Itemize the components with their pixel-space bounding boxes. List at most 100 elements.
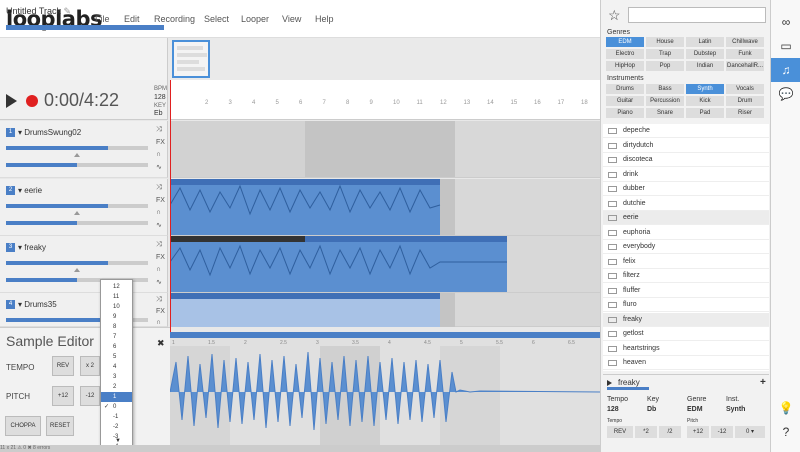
shuffle-icon[interactable]: ⤨ — [156, 296, 162, 304]
fx-button[interactable]: FX — [156, 308, 165, 315]
pitch-option[interactable]: 6 — [101, 342, 132, 352]
preview-minus12-button[interactable]: -12 — [711, 426, 733, 438]
pitch-option[interactable]: 9 — [101, 312, 132, 322]
track-name[interactable]: ▾ freaky — [18, 243, 46, 252]
instrument-chip[interactable]: Snare — [646, 108, 684, 118]
preview-play-icon[interactable] — [607, 380, 612, 386]
pitch-option[interactable]: 10 — [101, 302, 132, 312]
preview-rev-button[interactable]: REV — [607, 426, 633, 438]
music-note-icon[interactable]: ♫ — [771, 58, 800, 82]
loop-list-item[interactable]: getlost — [603, 327, 769, 341]
search-input[interactable] — [628, 7, 766, 23]
pitch-option[interactable]: 8 — [101, 322, 132, 332]
bpm-value[interactable]: 128 — [154, 94, 166, 101]
volume-slider[interactable] — [6, 204, 148, 208]
chat-icon[interactable]: 💬 — [771, 82, 800, 106]
tempo-x2-button[interactable]: x 2 — [80, 356, 100, 376]
loop-list-item[interactable]: euphoria — [603, 226, 769, 240]
instrument-chip[interactable]: Drum — [726, 96, 764, 106]
pitch-option[interactable]: -2 — [101, 422, 132, 432]
menu-file[interactable]: File — [95, 14, 110, 24]
track-name[interactable]: ▾ Drums35 — [18, 300, 57, 309]
edit-icon[interactable]: ✎ — [64, 6, 72, 16]
preview-x2-button[interactable]: *2 — [635, 426, 657, 438]
close-icon[interactable]: ✖ — [157, 338, 165, 349]
preview-pitch-select[interactable]: 0 ▾ — [735, 426, 765, 438]
pitch-option[interactable]: 4 — [101, 362, 132, 372]
automation-icon[interactable]: ∿ — [156, 278, 162, 286]
pitch-down-button[interactable]: -12 — [80, 386, 100, 406]
loop-list-item[interactable]: eerie — [603, 211, 769, 225]
add-loop-icon[interactable]: + — [760, 377, 766, 388]
reset-button[interactable]: RESET — [46, 416, 74, 436]
loop-list-item[interactable]: heartstrings — [603, 342, 769, 356]
genre-chip[interactable]: Trap — [646, 49, 684, 59]
shuffle-icon[interactable]: ⤨ — [156, 241, 162, 249]
headphones-icon[interactable]: ∩ — [156, 209, 161, 216]
menu-looper[interactable]: Looper — [241, 14, 269, 24]
loop-list-item[interactable]: depeche — [603, 124, 769, 138]
instrument-chip[interactable]: Bass — [646, 84, 684, 94]
instrument-chip[interactable]: Pad — [686, 108, 724, 118]
track-name[interactable]: ▾ eerie — [18, 186, 42, 195]
genre-chip[interactable]: Latin — [686, 37, 724, 47]
instrument-chip[interactable]: Drums — [606, 84, 644, 94]
favorites-star-icon[interactable]: ☆ — [608, 7, 621, 24]
pitch-option-selected[interactable]: 1 — [101, 392, 132, 402]
lightbulb-icon[interactable]: 💡 — [771, 396, 800, 420]
instrument-chip[interactable]: Vocals — [726, 84, 764, 94]
loop-list-item[interactable]: freaky — [603, 312, 769, 327]
shuffle-icon[interactable]: ⤨ — [156, 126, 162, 134]
loop-list-item[interactable]: drink — [603, 168, 769, 182]
loop-list-item[interactable]: filterz — [603, 269, 769, 283]
loop-list-item[interactable]: dirtydutch — [603, 139, 769, 153]
instrument-chip[interactable]: Kick — [686, 96, 724, 106]
track-header[interactable]: 2 ▾ eerie ⤨ FX ∩ ∿ — [0, 179, 168, 236]
pitch-option[interactable]: 2 — [101, 382, 132, 392]
fx-button[interactable]: FX — [156, 254, 165, 261]
genre-chip[interactable]: Chillwave — [726, 37, 764, 47]
drive-icon[interactable]: ▭ — [771, 34, 800, 58]
fx-button[interactable]: FX — [156, 197, 165, 204]
genre-chip[interactable]: House — [646, 37, 684, 47]
menu-select[interactable]: Select — [204, 14, 229, 24]
instrument-chip[interactable]: Guitar — [606, 96, 644, 106]
scroll-down-icon[interactable]: ▼ — [115, 438, 121, 444]
fx-button[interactable]: FX — [156, 139, 165, 146]
menu-edit[interactable]: Edit — [124, 14, 140, 24]
genre-chip[interactable]: Electro — [606, 49, 644, 59]
genre-chip[interactable]: Dubstep — [686, 49, 724, 59]
headphones-icon[interactable]: ∩ — [156, 151, 161, 158]
pitch-option[interactable]: 7 — [101, 332, 132, 342]
loop-list-item[interactable]: felix — [603, 255, 769, 269]
loop-list-item[interactable]: fluffer — [603, 284, 769, 298]
pitch-option[interactable]: 5 — [101, 352, 132, 362]
loop-list-item[interactable]: everybody — [603, 240, 769, 254]
menu-help[interactable]: Help — [315, 14, 334, 24]
preview-plus12-button[interactable]: +12 — [687, 426, 709, 438]
loop-list-item[interactable]: heaven — [603, 356, 769, 370]
rev-button[interactable]: REV — [52, 356, 74, 376]
loop-infinity-icon[interactable]: ∞ — [771, 10, 800, 34]
track-header[interactable]: 4 ▾ Drums35 ⤨ FX ∩ — [0, 293, 168, 327]
track-name[interactable]: ▾ DrumsSwung02 — [18, 128, 81, 137]
playhead[interactable] — [170, 80, 171, 332]
genre-chip[interactable]: Indian — [686, 61, 724, 71]
help-icon[interactable]: ? — [771, 420, 800, 444]
pitch-dropdown[interactable]: 12 11 10 9 8 7 6 5 4 3 2 1 ✓0 -1 -2 -3 -… — [100, 279, 133, 450]
pitch-option-checked[interactable]: ✓ 0 — [101, 402, 132, 412]
loop-list-item[interactable]: fluro — [603, 298, 769, 312]
loop-list-item[interactable]: discoteca — [603, 153, 769, 167]
choppa-button[interactable]: CHOPPA — [5, 416, 41, 436]
key-value[interactable]: Eb — [154, 110, 163, 117]
automation-icon[interactable]: ∿ — [156, 221, 162, 229]
genre-chip[interactable]: Funk — [726, 49, 764, 59]
genre-chip[interactable]: HipHop — [606, 61, 644, 71]
headphones-icon[interactable]: ∩ — [156, 266, 161, 273]
pan-slider[interactable] — [6, 221, 148, 225]
shuffle-icon[interactable]: ⤨ — [156, 184, 162, 192]
volume-slider[interactable] — [6, 261, 148, 265]
instrument-chip[interactable]: Percussion — [646, 96, 684, 106]
pitch-option[interactable]: -1 — [101, 412, 132, 422]
preview-half-button[interactable]: /2 — [659, 426, 681, 438]
